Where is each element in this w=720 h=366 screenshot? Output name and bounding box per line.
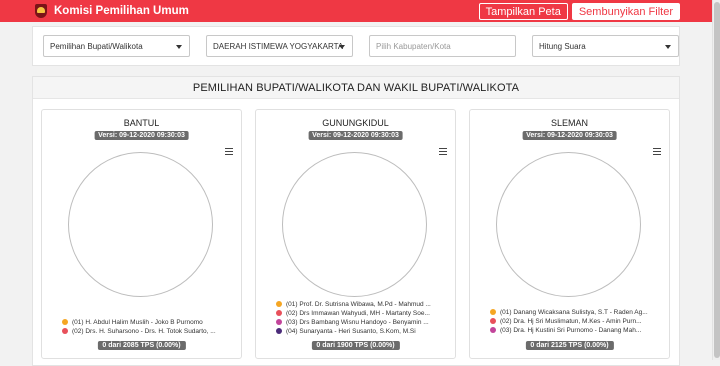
legend-dot-icon	[276, 319, 282, 325]
region-card: GUNUNGKIDUL Versi: 09-12-2020 09:30:03 (01…	[255, 109, 456, 359]
legend-item[interactable]: (01) Danang Wicaksana Sulistya, S.T - Ra…	[490, 308, 660, 316]
legend-dot-icon	[490, 318, 496, 324]
legend-item[interactable]: (02) Drs Immawan Wahyudi, MH - Martanty …	[276, 309, 446, 317]
legend-dot-icon	[490, 309, 496, 315]
province-select[interactable]: DAERAH ISTIMEWA YOGYAKARTA	[206, 35, 353, 57]
vote-pie-chart	[496, 152, 641, 297]
hamburger-menu-icon[interactable]	[653, 148, 661, 156]
candidate-label: (04) Sunaryanta - Heri Susanto, S.Kom, M…	[286, 327, 416, 335]
candidate-label: (02) Drs Immawan Wahyudi, MH - Martanty …	[286, 309, 430, 317]
chevron-down-icon	[339, 45, 345, 49]
legend-item[interactable]: (01) H. Abdul Halim Muslih - Joko B Purn…	[62, 318, 232, 326]
regency-select[interactable]: Pilih Kabupaten/Kota	[369, 35, 516, 57]
legend-item[interactable]: (02) Dra. Hj Sri Muslimatun, M.Kes - Ami…	[490, 317, 660, 325]
vote-pie-chart	[282, 152, 427, 297]
legend-item[interactable]: (03) Dra. Hj Kustini Sri Purnomo - Danan…	[490, 326, 660, 334]
candidate-legend: (01) Prof. Dr. Sutrisna Wibawa, M.Pd - M…	[276, 300, 446, 336]
tps-progress-badge: 0 dari 2085 TPS (0.00%)	[97, 341, 186, 350]
chevron-down-icon	[665, 45, 671, 49]
legend-item[interactable]: (04) Sunaryanta - Heri Susanto, S.Kom, M…	[276, 327, 446, 335]
chevron-down-icon	[176, 45, 182, 49]
top-navbar: Komisi Pemilihan Umum Tampilkan Peta Sem…	[0, 0, 712, 22]
election-type-select[interactable]: Pemilihan Bupati/Walikota	[43, 35, 190, 57]
candidate-label: (03) Dra. Hj Kustini Sri Purnomo - Danan…	[500, 326, 642, 334]
region-card: BANTUL Versi: 09-12-2020 09:30:03 (01) H. …	[41, 109, 242, 359]
hide-filter-button[interactable]: Sembunyikan Filter	[571, 2, 680, 20]
legend-item[interactable]: (02) Drs. H. Suharsono - Drs. H. Totok S…	[62, 327, 232, 335]
show-map-button[interactable]: Tampilkan Peta	[478, 2, 568, 20]
region-card: SLEMAN Versi: 09-12-2020 09:30:03 (01) Dan…	[469, 109, 670, 359]
candidate-label: (01) H. Abdul Halim Muslih - Joko B Purn…	[72, 318, 203, 326]
version-badge: Versi: 09-12-2020 09:30:03	[94, 131, 189, 140]
results-header: PEMILIHAN BUPATI/WALIKOTA DAN WAKIL BUPA…	[33, 77, 679, 99]
candidate-label: (03) Drs Bambang Wisnu Handoyo - Benyami…	[286, 318, 429, 326]
candidate-label: (01) Danang Wicaksana Sulistya, S.T - Ra…	[500, 308, 648, 316]
kpu-logo-icon	[34, 4, 48, 18]
count-mode-select[interactable]: Hitung Suara	[532, 35, 679, 57]
hamburger-menu-icon[interactable]	[439, 148, 447, 156]
legend-dot-icon	[490, 327, 496, 333]
legend-dot-icon	[62, 328, 68, 334]
candidate-legend: (01) H. Abdul Halim Muslih - Joko B Purn…	[62, 318, 232, 336]
legend-item[interactable]: (01) Prof. Dr. Sutrisna Wibawa, M.Pd - M…	[276, 300, 446, 308]
app-title: Komisi Pemilihan Umum	[54, 5, 189, 17]
candidate-legend: (01) Danang Wicaksana Sulistya, S.T - Ra…	[490, 308, 660, 335]
filter-panel: Pemilihan Bupati/Walikota DAERAH ISTIMEW…	[32, 26, 680, 66]
version-badge: Versi: 09-12-2020 09:30:03	[522, 131, 617, 140]
page-title: PEMILIHAN BUPATI/WALIKOTA DAN WAKIL BUPA…	[192, 81, 520, 94]
region-title: GUNUNGKIDUL	[322, 118, 389, 128]
candidate-label: (01) Prof. Dr. Sutrisna Wibawa, M.Pd - M…	[286, 300, 431, 308]
tps-progress-badge: 0 dari 1900 TPS (0.00%)	[311, 341, 400, 350]
vote-pie-chart	[68, 152, 213, 297]
legend-dot-icon	[276, 310, 282, 316]
hamburger-menu-icon[interactable]	[225, 148, 233, 156]
tps-progress-badge: 0 dari 2125 TPS (0.00%)	[525, 341, 614, 350]
results-panel: PEMILIHAN BUPATI/WALIKOTA DAN WAKIL BUPA…	[32, 76, 680, 366]
candidate-label: (02) Drs. H. Suharsono - Drs. H. Totok S…	[72, 327, 216, 335]
legend-dot-icon	[276, 301, 282, 307]
region-title: SLEMAN	[550, 118, 588, 128]
legend-item[interactable]: (03) Drs Bambang Wisnu Handoyo - Benyami…	[276, 318, 446, 326]
candidate-label: (02) Dra. Hj Sri Muslimatun, M.Kes - Ami…	[500, 317, 642, 325]
page-scrollbar[interactable]	[712, 0, 720, 360]
region-title: BANTUL	[123, 118, 160, 128]
version-badge: Versi: 09-12-2020 09:30:03	[308, 131, 403, 140]
legend-dot-icon	[62, 319, 68, 325]
legend-dot-icon	[276, 328, 282, 334]
